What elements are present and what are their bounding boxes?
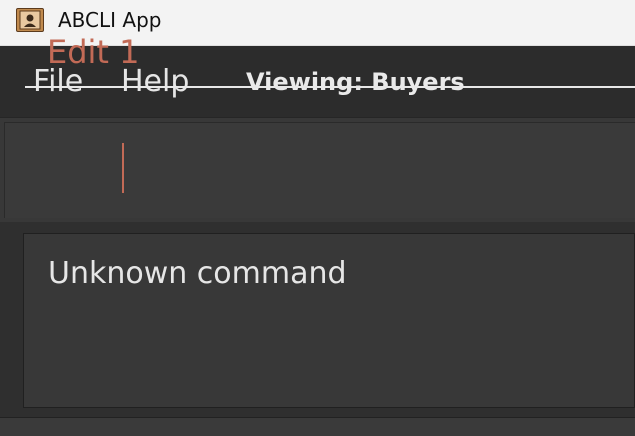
command-box-area <box>0 117 635 222</box>
command-input[interactable] <box>25 18 635 88</box>
result-display-box: Unknown command <box>23 233 635 408</box>
result-message: Unknown command <box>48 256 347 291</box>
status-bar <box>0 417 635 436</box>
text-caret <box>122 143 124 193</box>
result-display-area: Unknown command <box>0 222 635 436</box>
command-box-panel <box>4 122 635 218</box>
